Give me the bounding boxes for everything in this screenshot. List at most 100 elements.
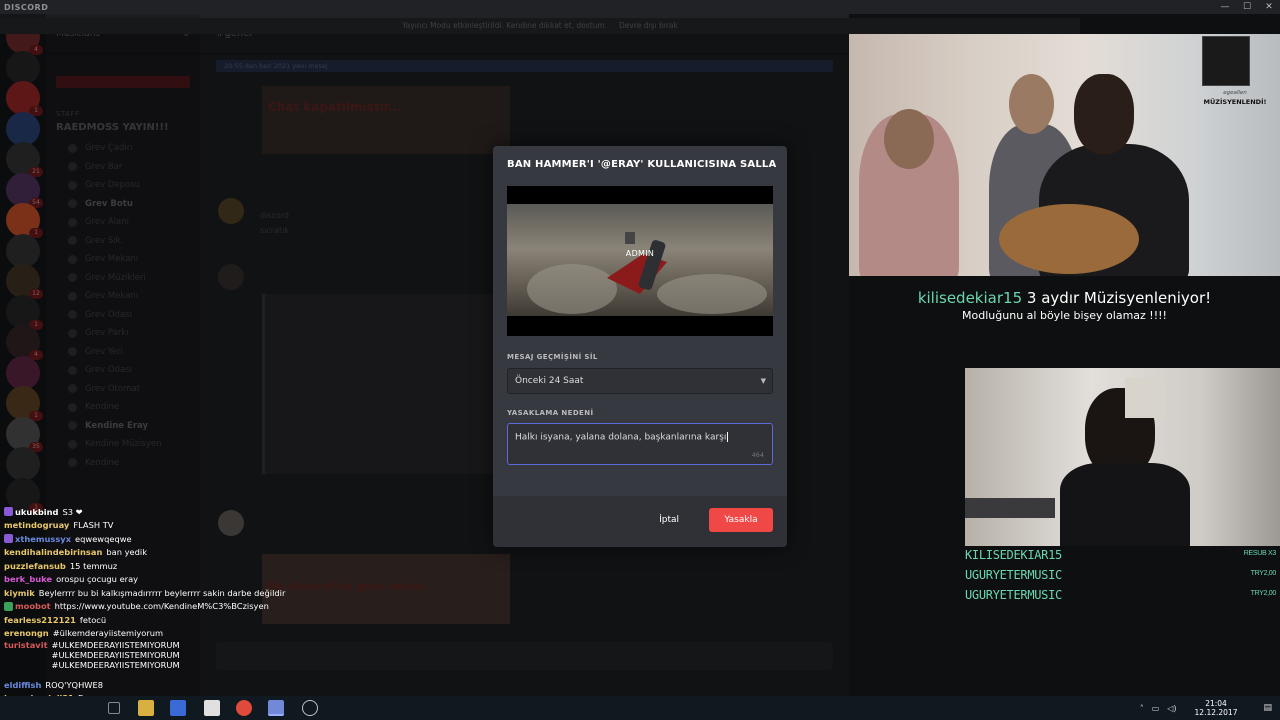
volume-icon[interactable]: ◁) bbox=[1167, 704, 1176, 713]
wall-logo bbox=[1125, 378, 1165, 418]
clock[interactable]: 21:04 12.12.2017 bbox=[1195, 699, 1238, 717]
title-bar: DISCORD — ☐ ✕ bbox=[0, 0, 1280, 14]
guitar bbox=[999, 204, 1139, 274]
chat-message: fearless212121 fetocü bbox=[0, 613, 420, 627]
chat-message: berk_buke orospu çocugu eray bbox=[0, 573, 420, 587]
streamer-mode-notice: Yayıncı Modu etkinleştirildi. Kendine di… bbox=[0, 18, 1080, 34]
reason-input[interactable]: Halkı isyana, yalana dolana, başkanların… bbox=[507, 423, 773, 465]
chat-message: metindogruay FLASH TV bbox=[0, 519, 420, 533]
chat-message: moobot https://www.youtube.com/KendineM%C… bbox=[0, 600, 420, 614]
chat-username[interactable]: metindogruay bbox=[4, 520, 69, 530]
chat-message: kiymik Beylerrrr bu bi kalkışmadırrrrr be… bbox=[0, 586, 420, 600]
network-icon[interactable]: ▭ bbox=[1152, 704, 1160, 713]
chat-username[interactable]: turistavit bbox=[4, 640, 48, 650]
chat-message: turistavit #ULKEMDEERAYIISTEMIYORUM #ULKE… bbox=[0, 640, 200, 678]
sub-user: kilisedekiar15 bbox=[917, 289, 1023, 307]
smoke bbox=[527, 264, 617, 314]
chat-text: ROQ'YQHWE8 bbox=[45, 679, 104, 690]
reason-label: YASAKLAMA NEDENİ bbox=[507, 409, 594, 417]
system-tray: ˄ ▭ ◁) 21:04 12.12.2017 ▤ bbox=[1140, 696, 1280, 720]
event-detail: TRY2,00 bbox=[1250, 590, 1277, 597]
chat-username[interactable]: erenongn bbox=[4, 628, 49, 638]
sub-message: Modluğunu al böyle bişey olamaz !!!! bbox=[962, 309, 1167, 322]
gif-caption: ADMIN bbox=[625, 249, 655, 258]
stream-events: KILISEDEKIAR15 RESUB X3 UGURYETERMUSIC TRY2… bbox=[965, 548, 1280, 608]
chat-text: FLASH TV bbox=[73, 520, 114, 531]
user-badge-icon bbox=[4, 534, 13, 544]
chat-text: ban yedik bbox=[106, 547, 147, 558]
file-explorer-icon[interactable] bbox=[138, 700, 154, 716]
modal-footer: İptal Yasakla bbox=[493, 496, 787, 547]
chat-username[interactable]: eldiffish bbox=[4, 680, 41, 690]
chat-username[interactable]: kendihalindebirinsan bbox=[4, 547, 102, 557]
obs-icon[interactable] bbox=[302, 700, 318, 716]
chat-username[interactable]: berk_buke bbox=[4, 574, 52, 584]
chat-username[interactable]: fearless212121 bbox=[4, 615, 76, 625]
taskbar: ˄ ▭ ◁) 21:04 12.12.2017 ▤ bbox=[0, 696, 1280, 720]
notice-text: Yayıncı Modu etkinleştirildi. Kendine di… bbox=[402, 21, 608, 30]
event-user: UGURYETERMUSIC bbox=[965, 588, 1062, 602]
chat-username[interactable]: kiymik bbox=[4, 588, 35, 598]
chat-text: https://www.youtube.com/KendineM%C3%BCzi… bbox=[54, 601, 269, 612]
stream-event: KILISEDEKIAR15 RESUB X3 bbox=[965, 548, 1280, 568]
maximize-button[interactable]: ☐ bbox=[1236, 0, 1258, 14]
discord-taskbar-icon[interactable] bbox=[268, 700, 284, 716]
logo-tag: egeallen bbox=[1223, 90, 1247, 96]
chat-text: orospu çocugu eray bbox=[56, 574, 139, 585]
chat-username[interactable]: puzzlefansub bbox=[4, 561, 66, 571]
chat-username[interactable]: ukukbind bbox=[15, 507, 58, 517]
webcam-secondary bbox=[965, 368, 1280, 546]
event-detail: TRY2,00 bbox=[1250, 570, 1277, 577]
reason-text: Halkı isyana, yalana dolana, başkanların… bbox=[515, 432, 727, 443]
close-button[interactable]: ✕ bbox=[1258, 0, 1280, 14]
chat-message: kendihalindebirinsan ban yedik bbox=[0, 546, 420, 560]
person-head bbox=[1009, 74, 1054, 134]
smoke bbox=[657, 274, 767, 314]
modal-title: BAN HAMMER'I '@ERAY' KULLANICISINA SALLA bbox=[507, 159, 777, 170]
ban-gif: ADMIN bbox=[507, 186, 773, 336]
notifications-icon[interactable]: ▤ bbox=[1263, 703, 1272, 713]
store-icon[interactable] bbox=[170, 700, 186, 716]
chat-message: erenongn #ülkemderayiistemiyorum bbox=[0, 627, 420, 641]
history-select[interactable]: Önceki 24 Saat ▼ bbox=[507, 368, 773, 394]
user-badge-icon bbox=[4, 507, 13, 517]
history-label: MESAJ GEÇMİŞİNİ SİL bbox=[507, 353, 598, 361]
sub-count: 3 bbox=[1026, 289, 1037, 307]
chat-text: 15 temmuz bbox=[69, 560, 118, 571]
cancel-button[interactable]: İptal bbox=[651, 508, 687, 532]
chat-text: #ülkemderayiistemiyorum bbox=[52, 628, 164, 639]
ban-button[interactable]: Yasakla bbox=[709, 508, 773, 532]
chat-message: xthemussyx eqwewqeqwe bbox=[0, 532, 420, 546]
minimize-button[interactable]: — bbox=[1214, 0, 1236, 14]
task-view-icon[interactable] bbox=[108, 702, 120, 714]
twitch-chat: ukukbind S3 ❤ metindogruay FLASH TV xthemuss… bbox=[0, 505, 420, 705]
clock-date: 12.12.2017 bbox=[1194, 708, 1238, 717]
disable-streamer-mode-link[interactable]: Devre dışı bırak bbox=[619, 21, 678, 30]
person-head bbox=[1074, 74, 1134, 154]
chat-username[interactable]: xthemussyx bbox=[15, 534, 71, 544]
keyboard bbox=[965, 498, 1055, 518]
hammer-icon bbox=[625, 232, 635, 244]
window-controls: — ☐ ✕ bbox=[1214, 0, 1280, 14]
mail-icon[interactable] bbox=[204, 700, 220, 716]
chat-text: fetocü bbox=[79, 614, 107, 625]
chat-username[interactable]: moobot bbox=[15, 601, 51, 611]
text-caret bbox=[727, 432, 729, 442]
stream-event: UGURYETERMUSIC TRY2,00 bbox=[965, 568, 1280, 588]
stream-event: UGURYETERMUSIC TRY2,00 bbox=[965, 588, 1280, 608]
logo-name: MÜZİSYENLENDİ! bbox=[1203, 98, 1267, 106]
chat-text: S3 ❤ bbox=[62, 506, 83, 517]
chrome-icon[interactable] bbox=[236, 700, 252, 716]
ban-modal: BAN HAMMER'I '@ERAY' KULLANICISINA SALLA… bbox=[493, 146, 787, 547]
chat-message: puzzlefansub 15 temmuz bbox=[0, 559, 420, 573]
chat-text: Beylerrrr bu bi kalkışmadırrrrr beylerrr… bbox=[38, 587, 286, 598]
screen: DISCORD — ☐ ✕ 412154112141351 Musicians … bbox=[0, 0, 1280, 720]
chat-message: ukukbind S3 ❤ bbox=[0, 505, 420, 519]
chat-text: #ULKEMDEERAYIISTEMIYORUM #ULKEMDEERAYIIS… bbox=[51, 640, 180, 670]
chevron-up-icon[interactable]: ˄ bbox=[1140, 704, 1144, 713]
history-value: Önceki 24 Saat bbox=[515, 376, 584, 386]
person bbox=[1060, 463, 1190, 546]
event-user: UGURYETERMUSIC bbox=[965, 568, 1062, 582]
sub-alert-headline: kilisedekiar15 3 aydır Müzisyenleniyor! bbox=[849, 289, 1280, 307]
chevron-down-icon: ▼ bbox=[760, 377, 766, 385]
